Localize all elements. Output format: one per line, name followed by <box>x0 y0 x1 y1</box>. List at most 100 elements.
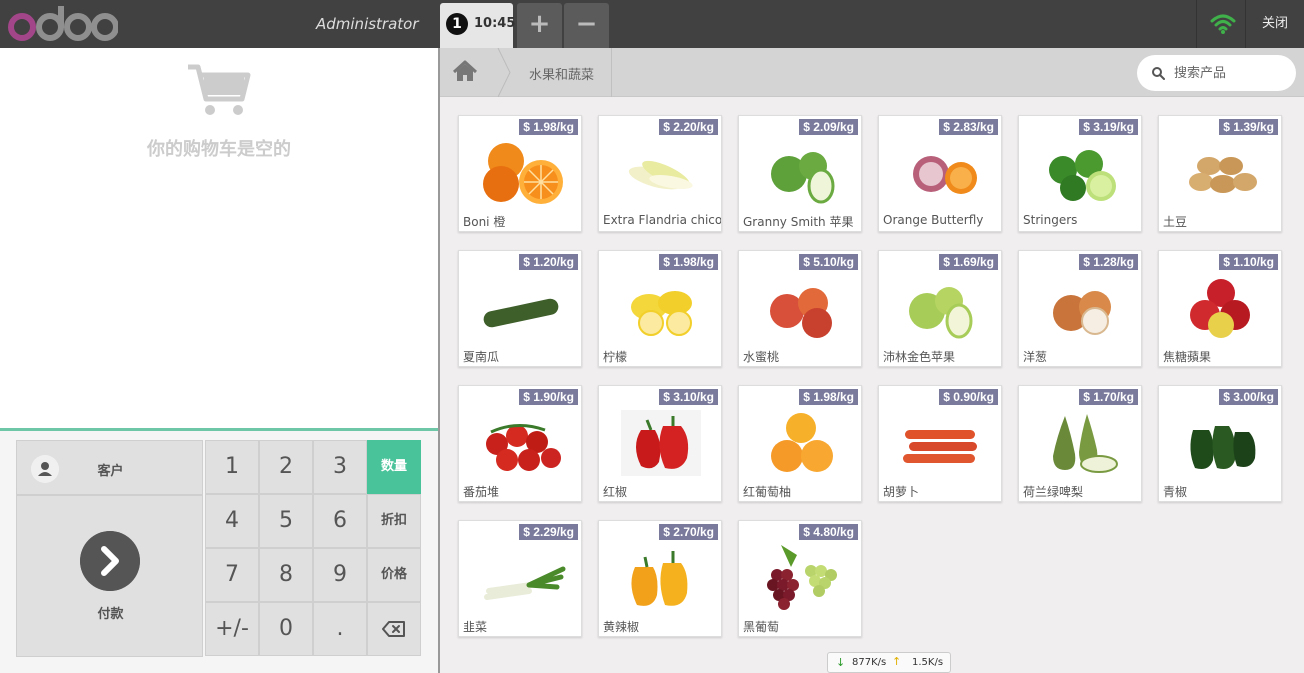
red-apple-image <box>1190 279 1250 338</box>
search-input[interactable] <box>1174 64 1289 82</box>
numpad-key-1[interactable]: 1 <box>205 440 259 494</box>
separator <box>1196 0 1197 48</box>
add-order-button[interactable]: + <box>517 3 562 48</box>
price-tag: $ 2.09/kg <box>799 119 858 135</box>
green-apple-image <box>771 152 835 204</box>
product-card[interactable]: $ 1.28/kg 洋葱 <box>1018 250 1142 367</box>
numpad-key-2[interactable]: 2 <box>259 440 313 494</box>
product-card[interactable]: $ 1.39/kg 土豆 <box>1158 115 1282 232</box>
numpad-key-plusminus[interactable]: +/- <box>205 602 259 656</box>
product-card[interactable]: $ 1.10/kg 焦糖蘋果 <box>1158 250 1282 367</box>
numpad-key-decimal[interactable]: . <box>313 602 367 656</box>
golden-apple-image <box>909 287 973 339</box>
product-card[interactable]: $ 3.19/kg Stringers <box>1018 115 1142 232</box>
username: Administrator <box>316 15 419 33</box>
green-pepper-image <box>1190 426 1256 469</box>
product-card[interactable]: $ 3.00/kg 青椒 <box>1158 385 1282 502</box>
price-tag: $ 2.70/kg <box>659 524 718 540</box>
product-name: 荷兰绿啤梨 <box>1023 485 1084 499</box>
mode-price-button[interactable]: 价格 <box>367 548 421 602</box>
remove-order-button[interactable]: − <box>564 3 609 48</box>
lime-image <box>1049 150 1116 201</box>
peach-image <box>770 288 832 338</box>
top-bar: Administrator 1 10:45 + − 关闭 <box>0 0 1304 48</box>
product-name: 韭菜 <box>463 620 488 634</box>
numpad-key-6[interactable]: 6 <box>313 494 367 548</box>
payment-label: 付款 <box>97 607 124 622</box>
backspace-button[interactable] <box>367 602 421 656</box>
chevron-right-icon <box>80 531 140 591</box>
product-card[interactable]: $ 2.20/kg Extra Flandria chicory <box>598 115 722 232</box>
product-card[interactable]: $ 1.90/kg 番茄堆 <box>458 385 582 502</box>
product-card[interactable]: $ 0.90/kg 胡萝卜 <box>878 385 1002 502</box>
price-tag: $ 1.69/kg <box>939 254 998 270</box>
price-tag: $ 1.90/kg <box>519 389 578 405</box>
red-pepper-image <box>621 410 701 476</box>
product-name: Orange Butterfly <box>883 213 984 227</box>
numpad-key-0[interactable]: 0 <box>259 602 313 656</box>
mode-quantity-button[interactable]: 数量 <box>367 440 421 494</box>
orange-image <box>483 143 563 204</box>
customer-button[interactable]: 客户 <box>16 440 203 495</box>
breadcrumb-category[interactable]: 水果和蔬菜 <box>529 64 594 83</box>
numpad-key-9[interactable]: 9 <box>313 548 367 602</box>
wifi-icon <box>1210 14 1236 34</box>
product-card[interactable]: $ 4.80/kg 黑葡萄 <box>738 520 862 637</box>
home-button[interactable] <box>440 47 512 98</box>
numpad-key-5[interactable]: 5 <box>259 494 313 548</box>
orange-butterfly-image <box>913 156 977 194</box>
product-card[interactable]: $ 2.83/kg Orange Butterfly <box>878 115 1002 232</box>
product-name: 焦糖蘋果 <box>1163 350 1212 364</box>
backspace-icon <box>382 621 405 637</box>
product-card[interactable]: $ 1.20/kg 夏南瓜 <box>458 250 582 367</box>
product-card[interactable]: $ 1.98/kg 红葡萄柚 <box>738 385 862 502</box>
product-name: 青椒 <box>1163 485 1188 499</box>
product-name: Stringers <box>1023 213 1078 227</box>
order-time: 10:45 <box>474 16 516 31</box>
grape-image <box>767 545 837 610</box>
pear-image <box>1053 414 1118 473</box>
customer-label: 客户 <box>97 464 124 479</box>
price-tag: $ 5.10/kg <box>799 254 858 270</box>
product-name: 柠檬 <box>603 350 628 364</box>
product-card[interactable]: $ 1.69/kg 沛林金色苹果 <box>878 250 1002 367</box>
download-arrow-icon: ↓ <box>836 656 846 669</box>
breadcrumb-separator <box>611 48 612 97</box>
numpad-key-4[interactable]: 4 <box>205 494 259 548</box>
product-card[interactable]: $ 1.98/kg Boni 橙 <box>458 115 582 232</box>
carrot-image <box>903 430 977 463</box>
close-button[interactable]: 关闭 <box>1246 0 1304 48</box>
cart-icon <box>188 64 251 115</box>
price-tag: $ 1.20/kg <box>519 254 578 270</box>
product-card[interactable]: $ 2.29/kg 韭菜 <box>458 520 582 637</box>
potato-image <box>1189 157 1257 193</box>
price-tag: $ 1.10/kg <box>1219 254 1278 270</box>
product-card[interactable]: $ 3.10/kg 红椒 <box>598 385 722 502</box>
numpad-key-8[interactable]: 8 <box>259 548 313 602</box>
numpad-key-3[interactable]: 3 <box>313 440 367 494</box>
chicory-image <box>628 160 693 190</box>
tomato-image <box>486 424 561 471</box>
pane-divider <box>438 48 440 673</box>
price-tag: $ 4.80/kg <box>799 524 858 540</box>
price-tag: $ 1.28/kg <box>1079 254 1138 270</box>
product-card[interactable]: $ 2.09/kg Granny Smith 苹果 <box>738 115 862 232</box>
upload-speed: 1.5K/s <box>912 657 944 668</box>
payment-button[interactable]: 付款 <box>16 495 203 657</box>
numpad-key-7[interactable]: 7 <box>205 548 259 602</box>
product-name: 胡萝卜 <box>883 485 920 499</box>
product-card[interactable]: $ 5.10/kg 水蜜桃 <box>738 250 862 367</box>
product-name: Boni 橙 <box>463 215 506 229</box>
product-name: 红葡萄柚 <box>743 485 792 499</box>
yellow-pepper-image <box>631 551 688 606</box>
product-card[interactable]: $ 2.70/kg 黄辣椒 <box>598 520 722 637</box>
price-tag: $ 2.83/kg <box>939 119 998 135</box>
price-tag: $ 1.39/kg <box>1219 119 1278 135</box>
product-card[interactable]: $ 1.70/kg 荷兰绿啤梨 <box>1018 385 1142 502</box>
price-tag: $ 3.00/kg <box>1219 389 1278 405</box>
product-name: Granny Smith 苹果 <box>743 215 854 229</box>
order-tab[interactable]: 1 10:45 <box>440 3 516 48</box>
product-name: 夏南瓜 <box>463 350 500 364</box>
mode-discount-button[interactable]: 折扣 <box>367 494 421 548</box>
product-card[interactable]: $ 1.98/kg 柠檬 <box>598 250 722 367</box>
